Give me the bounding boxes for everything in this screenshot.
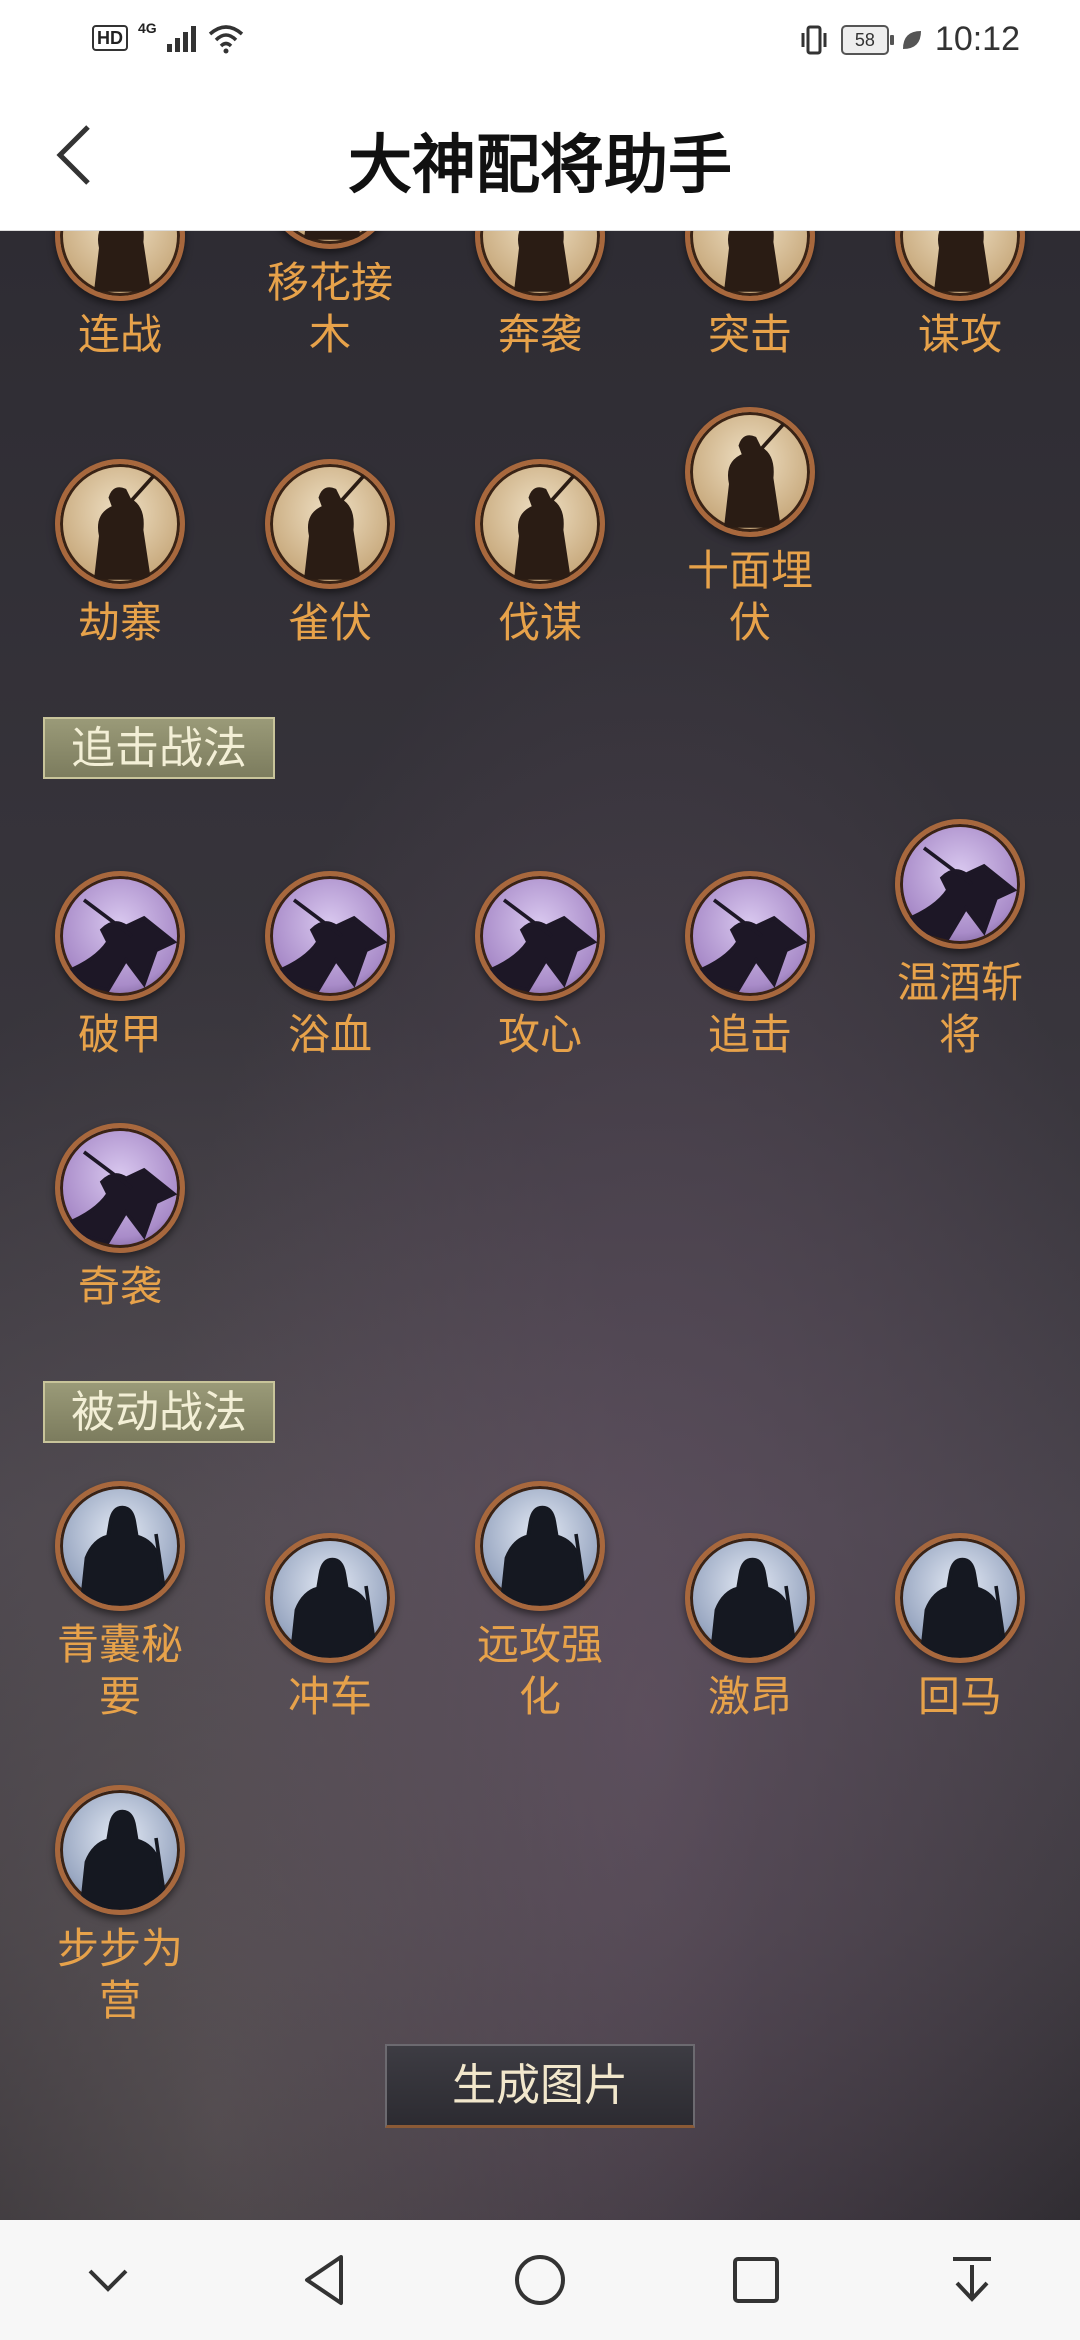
nav-recents-button[interactable] [706, 2230, 806, 2330]
armored-general-icon [895, 1533, 1025, 1663]
tactic-item[interactable]: 步步为营 [20, 1785, 220, 2027]
section-header-passive: 被动战法 [43, 1381, 275, 1443]
nav-collapse-button[interactable] [58, 2230, 158, 2330]
tactic-item[interactable]: 突击 [650, 231, 850, 361]
system-nav-bar [0, 2220, 1080, 2340]
warrior-icon [55, 231, 185, 301]
tactic-item[interactable]: 奔袭 [440, 231, 640, 361]
tactic-item[interactable]: 温酒斩将 [860, 819, 1060, 1061]
nav-notification-button[interactable] [922, 2230, 1022, 2330]
tactic-item[interactable]: 伐谋 [440, 459, 640, 649]
vibrate-icon [801, 25, 827, 54]
recents-square-icon [733, 2257, 779, 2303]
tactic-label: 激昂 [707, 1672, 792, 1721]
tactic-label: 攻心 [497, 1010, 582, 1059]
page-title: 大神配将助手 [348, 129, 732, 203]
rider-icon [55, 871, 185, 1001]
clock: 10:12 [934, 20, 1020, 58]
tactic-item[interactable]: 青囊秘要 [20, 1481, 220, 1723]
tactic-item[interactable]: 追击 [650, 871, 850, 1061]
rider-icon [895, 819, 1025, 949]
tactic-label: 青囊秘要 [56, 1620, 183, 1721]
tactic-label: 破甲 [77, 1010, 162, 1059]
tactic-label: 劫寨 [77, 598, 162, 647]
armored-general-icon [55, 1785, 185, 1915]
tactic-label: 伐谋 [497, 598, 582, 647]
tactic-label: 温酒斩将 [896, 958, 1023, 1059]
tactic-label: 十面埋伏 [686, 546, 813, 647]
tactics-list[interactable]: 连战 移花接木 奔袭 突击 谋攻 劫寨 雀伏 伐谋 十面埋伏 追击战法 破甲 浴… [0, 231, 1080, 2220]
hd-icon: HD [92, 25, 128, 51]
status-left: HD 4G [92, 20, 246, 54]
rider-icon [685, 871, 815, 1001]
rider-icon [55, 1123, 185, 1253]
tactic-label: 浴血 [287, 1010, 372, 1059]
warrior-icon [685, 231, 815, 301]
tactic-item[interactable]: 谋攻 [860, 231, 1060, 361]
warrior-icon [475, 459, 605, 589]
tactic-label: 远攻强化 [476, 1620, 603, 1721]
tactic-label: 移花接木 [266, 258, 393, 359]
leaf-icon [902, 30, 921, 49]
nav-back-button[interactable] [274, 2230, 374, 2330]
tactic-item[interactable]: 移花接木 [230, 231, 430, 361]
chevron-down-icon [88, 2269, 128, 2292]
tactic-item[interactable]: 十面埋伏 [650, 407, 850, 649]
tactic-item[interactable]: 浴血 [230, 871, 430, 1061]
tactic-label: 雀伏 [287, 598, 372, 647]
battery-indicator: 58 [840, 24, 894, 55]
home-circle-icon [515, 2255, 565, 2305]
status-bar: HD 4G 58 10:12 [0, 0, 1080, 84]
tactic-item[interactable]: 回马 [860, 1533, 1060, 1723]
warrior-icon [685, 407, 815, 537]
section-header-pursuit: 追击战法 [43, 717, 275, 779]
tactic-label: 突击 [707, 310, 792, 359]
generate-image-button[interactable]: 生成图片 [385, 2044, 695, 2128]
tactic-item[interactable]: 雀伏 [230, 459, 430, 649]
tactic-item[interactable]: 破甲 [20, 871, 220, 1061]
tactic-item[interactable]: 奇袭 [20, 1123, 220, 1313]
armored-general-icon [265, 1533, 395, 1663]
warrior-icon [265, 231, 395, 249]
warrior-icon [55, 459, 185, 589]
tactic-item[interactable]: 远攻强化 [440, 1481, 640, 1723]
warrior-icon [895, 231, 1025, 301]
warrior-icon [265, 459, 395, 589]
tactic-item[interactable]: 冲车 [230, 1533, 430, 1723]
tactic-label: 连战 [77, 310, 162, 359]
tactic-label: 奔袭 [497, 310, 582, 359]
tactic-item[interactable]: 激昂 [650, 1533, 850, 1723]
tactic-label: 谋攻 [917, 310, 1002, 359]
armored-general-icon [55, 1481, 185, 1611]
signal-icon [166, 24, 196, 52]
tactic-item[interactable]: 攻心 [440, 871, 640, 1061]
tactic-label: 追击 [707, 1010, 792, 1059]
rider-icon [265, 871, 395, 1001]
armored-general-icon [475, 1481, 605, 1611]
status-right: 58 10:12 [797, 20, 1020, 59]
back-triangle-icon [305, 2255, 343, 2305]
app-header: 大神配将助手 [0, 84, 1080, 231]
tactic-label: 回马 [917, 1672, 1002, 1721]
tactic-item[interactable]: 连战 [20, 231, 220, 361]
tactic-item[interactable]: 劫寨 [20, 459, 220, 649]
tactic-label: 奇袭 [77, 1262, 162, 1311]
wifi-icon [208, 25, 243, 54]
warrior-icon [475, 231, 605, 301]
rider-icon [475, 871, 605, 1001]
tactic-label: 冲车 [287, 1672, 372, 1721]
tactic-label: 步步为营 [56, 1924, 183, 2025]
nav-home-button[interactable] [490, 2230, 590, 2330]
armored-general-icon [685, 1533, 815, 1663]
network-type: 4G [138, 20, 157, 36]
download-arrow-icon [953, 2257, 991, 2302]
